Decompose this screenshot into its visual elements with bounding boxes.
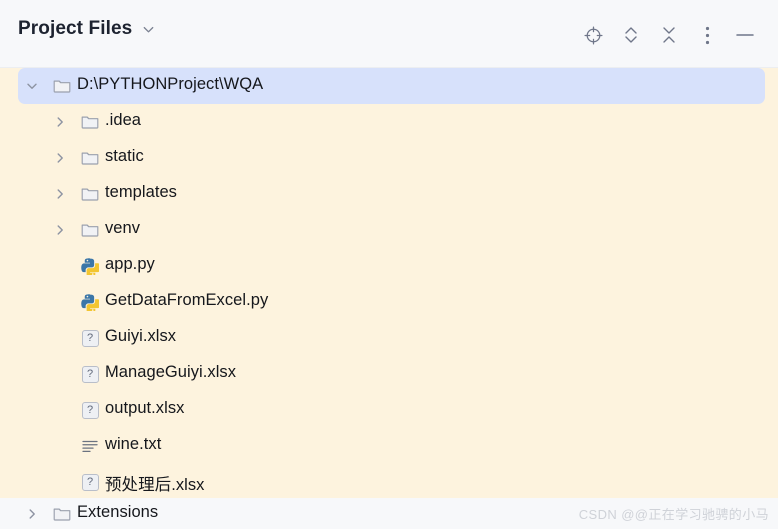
tree-row[interactable]: static — [0, 140, 778, 176]
unknown-file-icon: ? — [80, 472, 100, 492]
chevron-right-icon[interactable] — [52, 186, 68, 202]
tree-row[interactable]: ? ManageGuiyi.xlsx — [0, 356, 778, 392]
chevron-right-icon[interactable] — [52, 222, 68, 238]
tree-row[interactable]: GetDataFromExcel.py — [0, 284, 778, 320]
unknown-file-icon: ? — [80, 364, 100, 384]
tree-row[interactable]: ? 预处理后.xlsx — [0, 464, 778, 498]
tree-row-label: D:\PYTHONProject\WQA — [77, 75, 264, 93]
tree-row[interactable]: wine.txt — [0, 428, 778, 464]
collapse-all-icon[interactable] — [650, 20, 688, 50]
folder-icon — [52, 504, 72, 524]
tree-row[interactable]: D:\PYTHONProject\WQA — [0, 68, 778, 104]
locate-target-icon[interactable] — [574, 20, 612, 50]
tree-row-label: venv — [105, 219, 141, 237]
more-options-icon[interactable] — [688, 20, 726, 50]
tree-row-label: static — [105, 147, 144, 165]
chevron-right-icon[interactable] — [24, 506, 40, 522]
unknown-file-icon: ? — [80, 328, 100, 348]
tree-row-label: GetDataFromExcel.py — [105, 291, 269, 309]
tree-row-label: Guiyi.xlsx — [105, 327, 177, 345]
folder-icon — [80, 184, 100, 204]
tree-row-label: output.xlsx — [105, 399, 185, 417]
python-file-icon — [80, 256, 100, 276]
text-file-icon — [80, 436, 100, 456]
tree-row-label: .idea — [105, 111, 142, 129]
tree-row[interactable]: app.py — [0, 248, 778, 284]
window-toolbar — [574, 20, 764, 50]
folder-icon — [80, 148, 100, 168]
chevron-down-icon[interactable] — [141, 22, 156, 37]
project-files-window: Project Files D:\PYTHONProject\WQA .idea… — [0, 0, 778, 529]
title-group[interactable]: Project Files — [18, 18, 156, 40]
folder-icon — [52, 76, 72, 96]
page-title: Project Files — [18, 18, 133, 39]
file-tree[interactable]: D:\PYTHONProject\WQA .idea static templates… — [0, 68, 778, 498]
tree-row-label: templates — [105, 183, 177, 201]
folder-icon — [80, 112, 100, 132]
tree-row[interactable]: templates — [0, 176, 778, 212]
extensions-section[interactable]: Extensions — [0, 498, 778, 529]
chevron-right-icon[interactable] — [52, 114, 68, 130]
tree-row-label: Extensions — [77, 503, 159, 521]
tree-row[interactable]: .idea — [0, 104, 778, 140]
tree-row[interactable]: venv — [0, 212, 778, 248]
tree-row-label: ManageGuiyi.xlsx — [105, 363, 237, 381]
chevron-right-icon[interactable] — [52, 150, 68, 166]
tree-row-label: app.py — [105, 255, 155, 273]
tree-row[interactable]: Extensions — [0, 498, 778, 529]
expand-all-icon[interactable] — [612, 20, 650, 50]
chevron-down-icon[interactable] — [24, 78, 40, 94]
minimize-icon[interactable] — [726, 20, 764, 50]
tree-row-label: wine.txt — [105, 435, 162, 453]
folder-icon — [80, 220, 100, 240]
python-file-icon — [80, 292, 100, 312]
tree-row-label: 预处理后.xlsx — [105, 476, 205, 494]
tree-row[interactable]: ? Guiyi.xlsx — [0, 320, 778, 356]
window-header: Project Files — [0, 0, 778, 68]
tree-row[interactable]: ? output.xlsx — [0, 392, 778, 428]
unknown-file-icon: ? — [80, 400, 100, 420]
